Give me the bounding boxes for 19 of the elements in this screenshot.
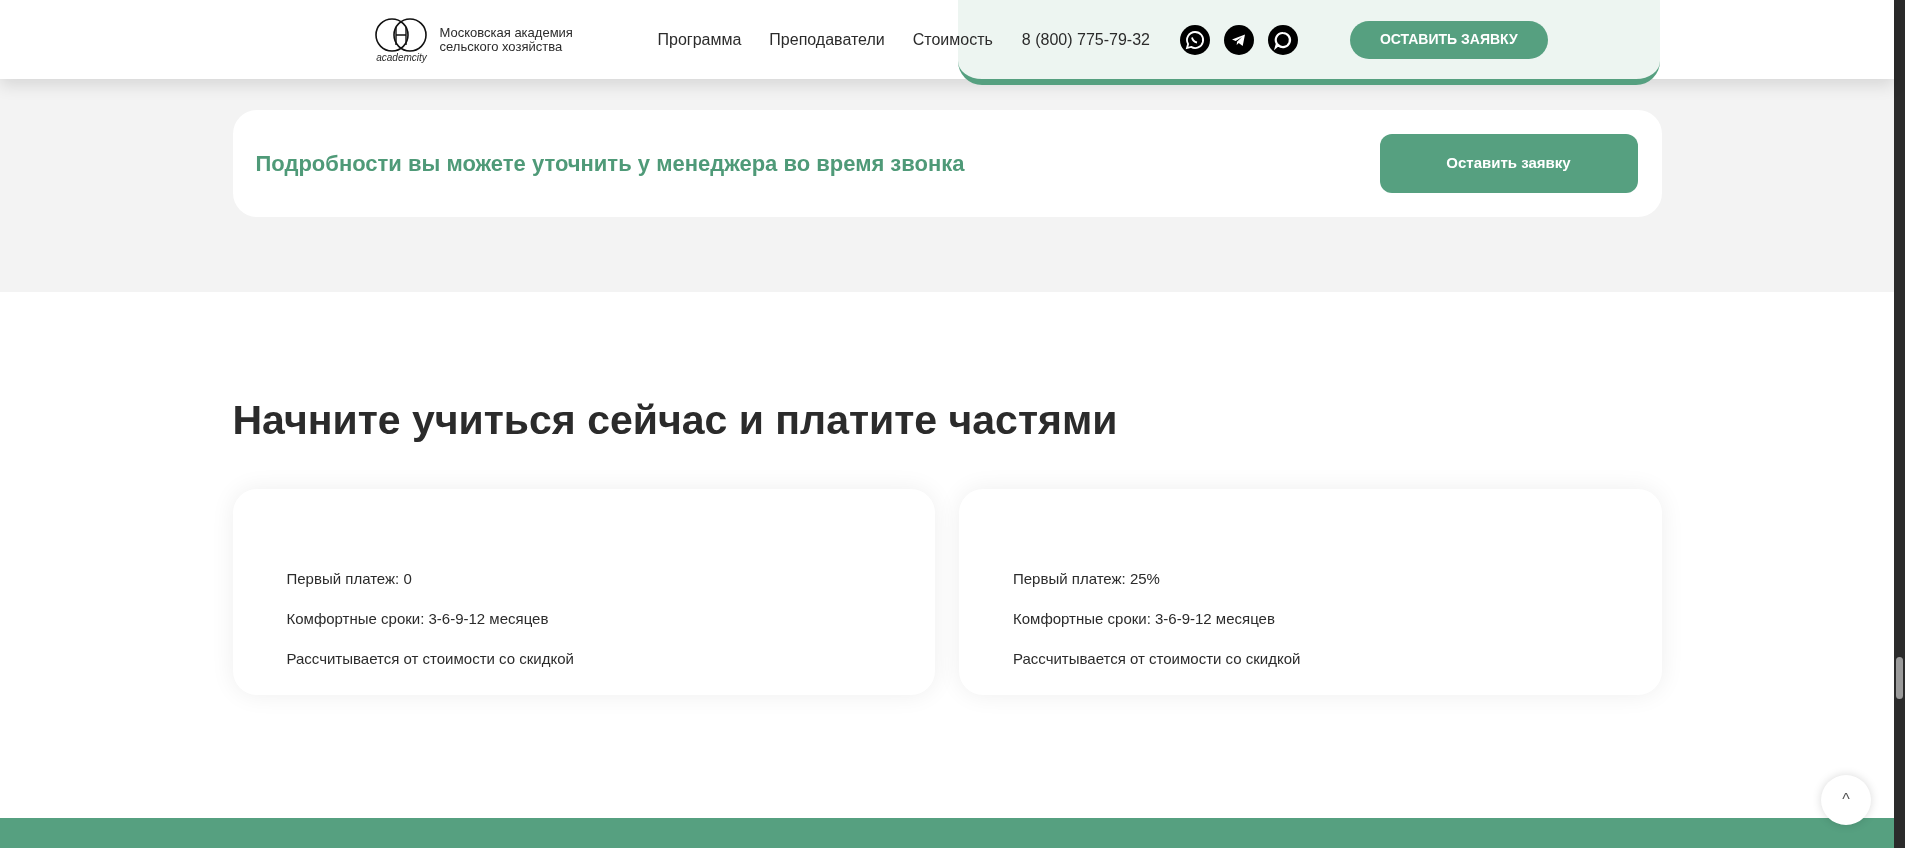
section-title: Начните учиться сейчас и платите частями — [232, 400, 1119, 441]
logo-caption: academcity — [376, 52, 427, 63]
telegram-icon[interactable] — [1223, 24, 1254, 55]
whatsapp-icon[interactable] — [1179, 24, 1210, 55]
plan-detail: Рассчитывается от стоимости со скидкой — [286, 649, 575, 668]
scrollbar[interactable] — [1894, 0, 1905, 848]
banner-text: Подробности вы можете уточнить у менеджера во время звонка — [255, 150, 965, 178]
logo-text: Московская академия сельского хозяйства — [439, 25, 574, 54]
plan-detail: Первый платеж: 0 — [286, 569, 413, 588]
nav-link[interactable]: Программа — [657, 27, 742, 52]
chat-bubble-icon[interactable] — [1267, 24, 1298, 55]
plan-detail: Комфортные сроки: 3-6-9-12 месяцев — [286, 609, 550, 628]
nav-link[interactable]: Преподаватели — [769, 27, 885, 52]
plan-detail: Комфортные сроки: 3-6-9-12 месяцев — [1013, 609, 1276, 628]
plan-detail: Первый платеж: 25% — [1013, 569, 1161, 588]
scrollbar-thumb[interactable] — [1896, 657, 1903, 699]
plan-detail: Рассчитывается от стоимости со скидкой — [1013, 649, 1302, 668]
phone-number[interactable]: 8 (800) 775-79-32 — [1021, 27, 1150, 52]
nav-link[interactable]: Стоимость — [912, 27, 993, 52]
